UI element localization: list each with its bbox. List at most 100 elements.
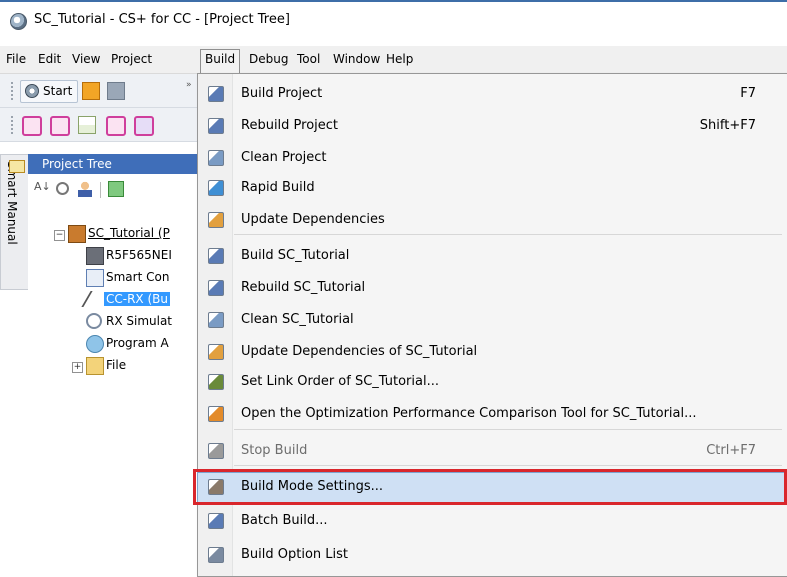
menu-tool[interactable]: Tool (293, 50, 324, 69)
update-dependencies-icon (208, 212, 224, 228)
menu-separator (234, 234, 782, 235)
save-icon[interactable] (107, 82, 125, 100)
expand-icon[interactable]: + (72, 362, 83, 373)
tree-node-compiler[interactable]: CC-RX (Bu (81, 290, 170, 308)
build-menu-item-label: Clean Project (241, 150, 327, 165)
build-menu-item[interactable]: Clean Project (198, 144, 786, 173)
clean-project-icon (208, 150, 224, 166)
toolbar-grip[interactable] (11, 116, 13, 134)
build-toolbar-icon[interactable] (82, 82, 100, 100)
chip-icon (86, 247, 104, 265)
build-menu-item[interactable]: Build SC_Tutorial (198, 242, 786, 271)
folder-icon (86, 357, 104, 375)
collapse-icon[interactable]: − (54, 230, 65, 241)
window-top-border (0, 0, 787, 2)
toolbar-overflow-icon[interactable]: » (186, 80, 194, 100)
simulator-icon (86, 313, 102, 329)
clean-file-icon (208, 312, 224, 328)
main-toolbar: Start » (0, 74, 200, 108)
update-dependencies-icon (208, 344, 224, 360)
smart-configurator-icon (86, 269, 104, 287)
build-menu-item[interactable]: Rebuild Project Shift+F7 (198, 112, 786, 141)
build-menu-item[interactable]: Update Dependencies (198, 206, 786, 235)
build-menu-item-shortcut: Ctrl+F7 (706, 443, 756, 458)
build-menu-item[interactable]: Clean SC_Tutorial (198, 306, 786, 335)
debug-tool-icon[interactable] (106, 116, 126, 136)
chart-tool-icon[interactable] (78, 116, 96, 134)
debug-tool-icon[interactable] (22, 116, 42, 136)
build-menu-item[interactable]: Build Project F7 (198, 80, 786, 109)
build-menu-item-shortcut: F7 (740, 86, 756, 101)
project-icon (68, 225, 86, 243)
menu-edit[interactable]: Edit (34, 50, 65, 69)
title-bar: SC_Tutorial - CS+ for CC - [Project Tree… (0, 0, 787, 48)
smart-manual-tab[interactable]: Smart Manual (0, 154, 30, 290)
book-icon (9, 160, 25, 173)
project-tree-header[interactable]: Project Tree (28, 154, 200, 174)
start-button[interactable]: Start (20, 80, 79, 103)
rebuild-project-icon (208, 118, 224, 134)
secondary-toolbar (0, 108, 200, 142)
project-tree-toolbar: A↓ (28, 174, 200, 204)
build-menu-item-label: Update Dependencies (241, 212, 385, 227)
tree-node-smart-configurator[interactable]: Smart Con (86, 268, 169, 287)
build-menu-item-label: Update Dependencies of SC_Tutorial (241, 344, 478, 359)
build-menu-item-label: Open the Optimization Performance Compar… (241, 406, 697, 421)
toolbar-grip[interactable] (11, 82, 13, 100)
window-title: SC_Tutorial - CS+ for CC - [Project Tree… (34, 12, 290, 27)
build-menu-item[interactable]: Open the Optimization Performance Compar… (198, 400, 786, 429)
build-menu-item-label: Rapid Build (241, 180, 315, 195)
build-menu-item[interactable]: Rapid Build (198, 174, 786, 203)
project-tree: − SC_Tutorial (P R5F565NEI Smart Con CC-… (28, 204, 200, 575)
rapid-build-icon (208, 180, 224, 196)
tree-node-device[interactable]: R5F565NEI (86, 246, 172, 265)
menu-help[interactable]: Help (382, 50, 417, 69)
smart-manual-tab-label: Smart Manual (5, 161, 19, 245)
tree-node-project[interactable]: SC_Tutorial (P (68, 224, 170, 243)
build-menu-item-label: Clean SC_Tutorial (241, 312, 354, 327)
menu-bar: File Edit View Project Build Debug Tool … (0, 46, 787, 74)
link-order-icon (208, 374, 224, 390)
tree-node-file[interactable]: File (86, 356, 126, 375)
batch-build-icon (208, 513, 224, 529)
refresh-icon[interactable] (108, 181, 124, 197)
start-icon (25, 84, 39, 98)
build-menu-item[interactable]: Update Dependencies of SC_Tutorial (198, 338, 786, 367)
build-menu-item: Stop Build Ctrl+F7 (198, 437, 786, 466)
build-menu-item-label: Rebuild SC_Tutorial (241, 280, 366, 295)
debug-tool-icon[interactable] (134, 116, 154, 136)
build-option-list-icon (208, 547, 224, 563)
menu-project[interactable]: Project (107, 50, 156, 69)
menu-debug[interactable]: Debug (245, 50, 292, 69)
tree-node-simulator[interactable]: RX Simulat (86, 312, 172, 330)
menu-build[interactable]: Build (200, 49, 241, 74)
app-logo-icon (10, 13, 27, 30)
build-menu-item-label: Build SC_Tutorial (241, 248, 350, 263)
build-menu-item[interactable]: Set Link Order of SC_Tutorial... (198, 368, 786, 397)
build-menu-item[interactable]: Batch Build... (198, 507, 786, 536)
menu-file[interactable]: File (2, 50, 30, 69)
build-menu-item-label: Batch Build... (241, 513, 328, 528)
clock-icon[interactable] (56, 182, 69, 195)
build-file-icon (208, 248, 224, 264)
build-project-icon (208, 86, 224, 102)
project-tree-title: Project Tree (42, 157, 112, 171)
build-menu-item-label: Set Link Order of SC_Tutorial... (241, 374, 439, 389)
debug-tool-icon[interactable] (50, 116, 70, 136)
start-button-label: Start (43, 84, 73, 98)
build-menu-item-label: Rebuild Project (241, 118, 339, 133)
tree-node-label: CC-RX (Bu (104, 292, 170, 306)
rebuild-file-icon (208, 280, 224, 296)
program-analyzer-icon (86, 335, 104, 353)
build-menu-item[interactable]: Rebuild SC_Tutorial (198, 274, 786, 303)
menu-view[interactable]: View (68, 50, 104, 69)
build-menu-item[interactable]: Build Option List (198, 541, 786, 570)
menu-window[interactable]: Window (329, 50, 384, 69)
tree-node-program-analyzer[interactable]: Program A (86, 334, 169, 353)
stop-build-icon (208, 443, 224, 459)
user-icon[interactable] (78, 181, 92, 197)
menu-separator (234, 429, 782, 430)
performance-chart-icon (208, 406, 224, 422)
menu-separator (234, 465, 782, 466)
sort-icon[interactable]: A↓ (34, 180, 51, 193)
